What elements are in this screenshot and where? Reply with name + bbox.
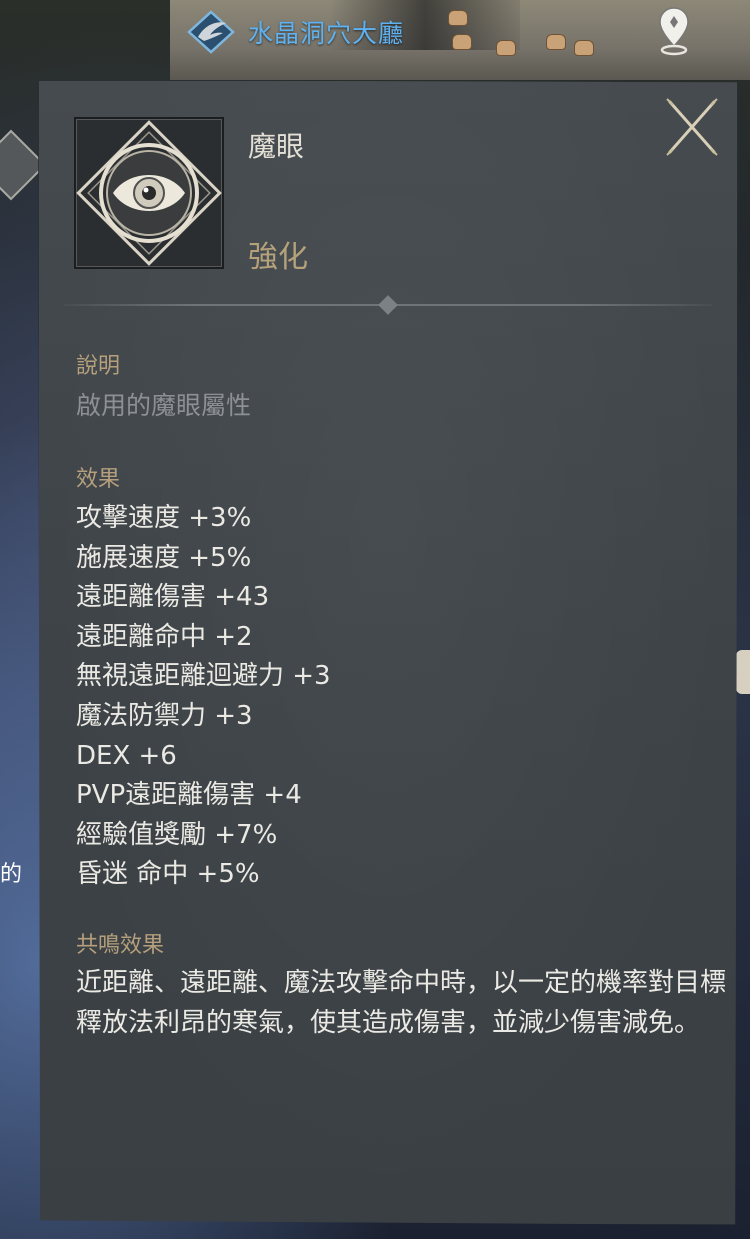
item-icon-frame — [74, 117, 224, 269]
description-text: 啟用的魔眼屬性 — [76, 391, 252, 420]
map-marker-icon — [448, 10, 468, 26]
map-marker-icon — [452, 34, 472, 50]
resonance-text: 近距離、遠距離、魔法攻擊命中時，以一定的機率對目標釋放法利昂的寒氣，使其造成傷害… — [76, 968, 727, 1038]
effect-item: 攻擊速度 +3% — [76, 503, 252, 533]
effects-list: 攻擊速度 +3% 施展速度 +5% 遠距離傷害 +43 遠距離命中 +2 無視遠… — [76, 499, 331, 895]
close-button[interactable] — [664, 98, 720, 156]
location-pin-icon[interactable] — [657, 6, 691, 56]
location-name: 水晶洞穴大廳 — [248, 19, 405, 48]
effects-label: 效果 — [76, 467, 121, 492]
effect-item: 魔法防禦力 +3 — [76, 700, 253, 731]
magic-eye-icon — [76, 120, 222, 266]
item-grade: 強化 — [248, 240, 308, 275]
resonance-label: 共鳴效果 — [76, 933, 165, 958]
effect-item: 遠距離命中 +2 — [76, 621, 253, 652]
effect-item: DEX +6 — [76, 740, 177, 771]
effect-item: 經驗值獎勵 +7% — [76, 819, 278, 850]
map-marker-icon — [546, 34, 566, 50]
description-label: 說明 — [76, 354, 121, 379]
effect-item: 無視遠距離迴避力 +3 — [76, 661, 331, 692]
effect-item: PVP遠距離傷害 +4 — [76, 780, 302, 811]
close-icon — [666, 98, 718, 156]
item-name: 魔眼 — [248, 130, 305, 163]
location-title[interactable]: 水晶洞穴大廳 — [186, 8, 404, 56]
background-partial-text: 的 — [0, 862, 23, 887]
side-item-icon — [736, 650, 750, 694]
effect-item: 遠距離傷害 +43 — [76, 582, 270, 613]
wing-emblem-icon — [186, 9, 236, 55]
map-marker-icon — [496, 40, 516, 56]
effect-item: 昏迷 命中 +5% — [76, 859, 260, 890]
map-marker-icon — [574, 40, 594, 56]
effect-item: 施展速度 +5% — [76, 542, 252, 573]
